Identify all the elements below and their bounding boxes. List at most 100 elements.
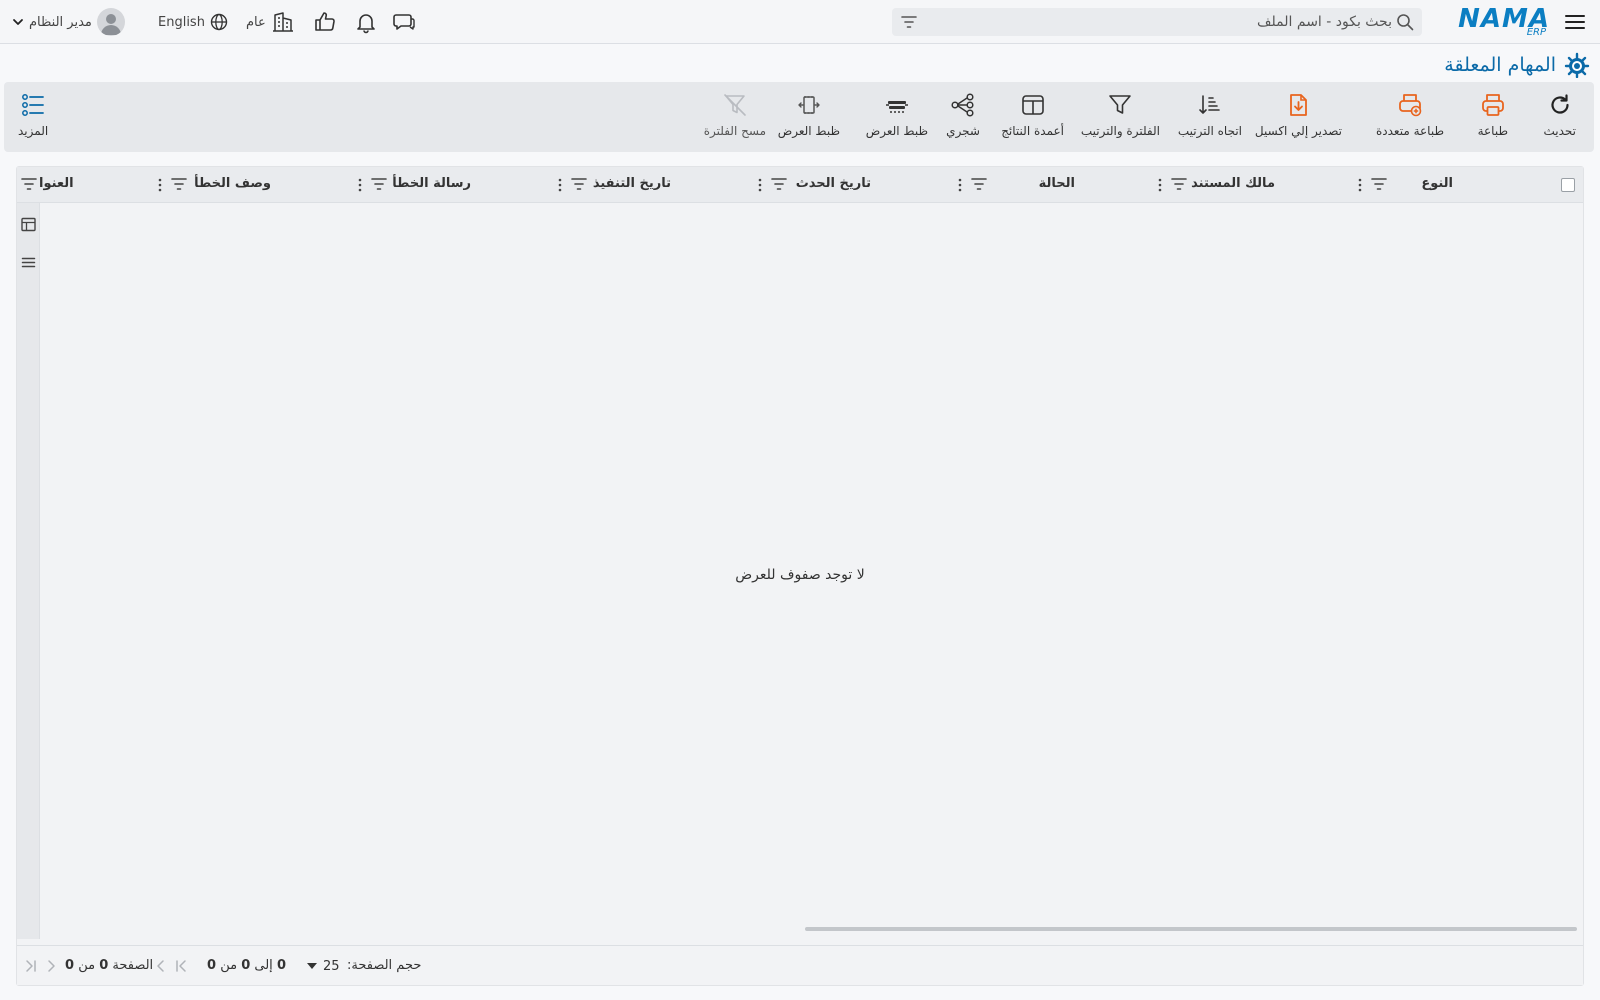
- column-menu-icon[interactable]: [1355, 176, 1365, 194]
- column-title: العنوا: [39, 176, 74, 191]
- previous-page-icon[interactable]: [155, 959, 167, 973]
- column-menu-icon[interactable]: [755, 176, 765, 194]
- top-bar: NAMA ERP عام English: [0, 0, 1600, 44]
- fit-width-alt-label: ظبط العرض: [777, 124, 840, 138]
- user-menu[interactable]: مدير النظام: [12, 8, 125, 36]
- page-of-label: من: [78, 958, 96, 973]
- clear-filter-button[interactable]: مسح الفلترة: [704, 92, 766, 138]
- fit-width-alt-button[interactable]: ظبط العرض: [778, 92, 840, 138]
- column-title: تاريخ الحدث: [795, 176, 871, 191]
- column-header-title[interactable]: العنوا: [17, 167, 153, 203]
- range-to-label: إلى: [254, 958, 273, 973]
- last-page-icon[interactable]: [25, 959, 37, 973]
- column-header-error-message[interactable]: رسالة الخطأ: [353, 167, 553, 203]
- page-label: الصفحة: [112, 958, 154, 973]
- column-menu-icon[interactable]: [355, 176, 365, 194]
- more-button[interactable]: المزيد: [18, 92, 48, 138]
- menu-icon[interactable]: [1564, 11, 1586, 33]
- chevron-down-icon: [12, 16, 24, 28]
- sort-direction-label: اتجاه الترتيب: [1177, 124, 1242, 138]
- refresh-label: تحديث: [1543, 124, 1576, 138]
- column-filter-icon[interactable]: [171, 177, 187, 191]
- table-icon[interactable]: [21, 217, 36, 232]
- multi-printer-icon: [1399, 94, 1422, 117]
- empty-state-message: لا توجد صفوف للعرض: [735, 567, 865, 583]
- column-filter-icon[interactable]: [971, 177, 987, 191]
- column-menu-icon[interactable]: [155, 176, 165, 194]
- multi-print-button[interactable]: طباعة متعددة: [1376, 92, 1444, 138]
- dropdown-caret-icon: [307, 963, 317, 969]
- filter-sort-label: الفلترة والترتيب: [1080, 124, 1160, 138]
- column-filter-icon[interactable]: [771, 177, 787, 191]
- messages-button[interactable]: [392, 10, 416, 34]
- column-menu-icon[interactable]: [1155, 176, 1165, 194]
- pending-tasks-icon: [1564, 52, 1590, 78]
- row-range: 0 إلى 0 من 0: [207, 958, 286, 973]
- column-header-event-date[interactable]: تاريخ الحدث: [753, 167, 953, 203]
- page-total: 0: [65, 958, 75, 973]
- feedback-button[interactable]: [313, 10, 337, 34]
- column-title: تاريخ التنفيذ: [592, 176, 671, 191]
- grid-footer: حجم الصفحة: 25 0 إلى 0 من 0 الصفحة 0 من …: [17, 945, 1583, 985]
- column-filter-icon[interactable]: [1171, 177, 1187, 191]
- bell-icon: [354, 10, 378, 34]
- column-menu-icon[interactable]: [955, 176, 965, 194]
- data-grid: النوع مالك المستند الحالة تاريخ الحدث تا…: [16, 166, 1584, 986]
- print-button[interactable]: طباعة: [1478, 92, 1508, 138]
- multi-print-label: طباعة متعددة: [1375, 124, 1444, 138]
- print-label: طباعة: [1477, 124, 1508, 138]
- notifications-button[interactable]: [354, 10, 378, 34]
- select-all-checkbox[interactable]: [1561, 178, 1575, 192]
- column-title: مالك المستند: [1191, 176, 1275, 191]
- page-size-label: حجم الصفحة:: [347, 958, 422, 973]
- column-filter-icon[interactable]: [1371, 177, 1387, 191]
- thumbs-up-icon: [313, 10, 337, 34]
- list-icon: [22, 94, 44, 116]
- export-excel-label: تصدير إلي اكسيل: [1254, 124, 1342, 138]
- page-indicator: الصفحة 0 من 0: [65, 958, 153, 973]
- tree-icon: [951, 93, 974, 117]
- column-title: النوع: [1421, 176, 1453, 191]
- search-filter-icon[interactable]: [900, 14, 918, 30]
- language-label: English: [158, 14, 205, 30]
- horizontal-scrollbar[interactable]: [805, 927, 1577, 931]
- result-columns-button[interactable]: أعمدة النتائج: [1001, 92, 1064, 138]
- page-header: المهام المعلقة: [1444, 50, 1590, 80]
- column-filter-icon[interactable]: [571, 177, 587, 191]
- column-header-error-description[interactable]: وصف الخطأ: [153, 167, 353, 203]
- refresh-button[interactable]: تحديث: [1543, 92, 1576, 138]
- page-current: 0: [99, 958, 109, 973]
- column-menu-icon[interactable]: [555, 176, 565, 194]
- next-page-icon[interactable]: [45, 959, 57, 973]
- export-excel-button[interactable]: تصدير إلي اكسيل: [1255, 92, 1342, 138]
- column-filter-icon[interactable]: [371, 177, 387, 191]
- branch-label: عام: [246, 14, 266, 30]
- fit-width-icon: [885, 101, 908, 113]
- page-title: المهام المعلقة: [1444, 54, 1556, 76]
- more-label: المزيد: [18, 124, 49, 138]
- language-switch[interactable]: English: [158, 10, 228, 34]
- first-page-icon[interactable]: [175, 959, 187, 973]
- range-to: 0: [241, 958, 251, 973]
- column-header-status[interactable]: الحالة: [953, 167, 1153, 203]
- range-of-label: من: [220, 958, 238, 973]
- column-title: رسالة الخطأ: [392, 176, 471, 191]
- printer-icon: [1481, 94, 1504, 116]
- export-file-icon: [1290, 94, 1308, 116]
- branch-selector[interactable]: عام: [246, 10, 295, 34]
- page-size-select[interactable]: 25: [307, 954, 340, 978]
- sort-direction-button[interactable]: اتجاه الترتيب: [1178, 92, 1242, 138]
- column-filter-icon[interactable]: [21, 177, 37, 191]
- refresh-icon: [1551, 94, 1569, 114]
- fit-width-button[interactable]: ظبط العرض: [866, 92, 928, 138]
- tree-view-button[interactable]: شجري: [946, 92, 980, 138]
- search-input[interactable]: [952, 10, 1392, 34]
- building-icon: [271, 10, 295, 34]
- menu-lines-icon[interactable]: [21, 255, 36, 270]
- column-header-execution-date[interactable]: تاريخ التنفيذ: [553, 167, 753, 203]
- app-logo[interactable]: NAMA ERP: [1458, 4, 1550, 38]
- column-header-type[interactable]: النوع: [1353, 167, 1553, 203]
- filter-sort-button[interactable]: الفلترة والترتيب: [1081, 92, 1160, 138]
- search-icon[interactable]: [1396, 13, 1414, 31]
- column-header-document-owner[interactable]: مالك المستند: [1153, 167, 1353, 203]
